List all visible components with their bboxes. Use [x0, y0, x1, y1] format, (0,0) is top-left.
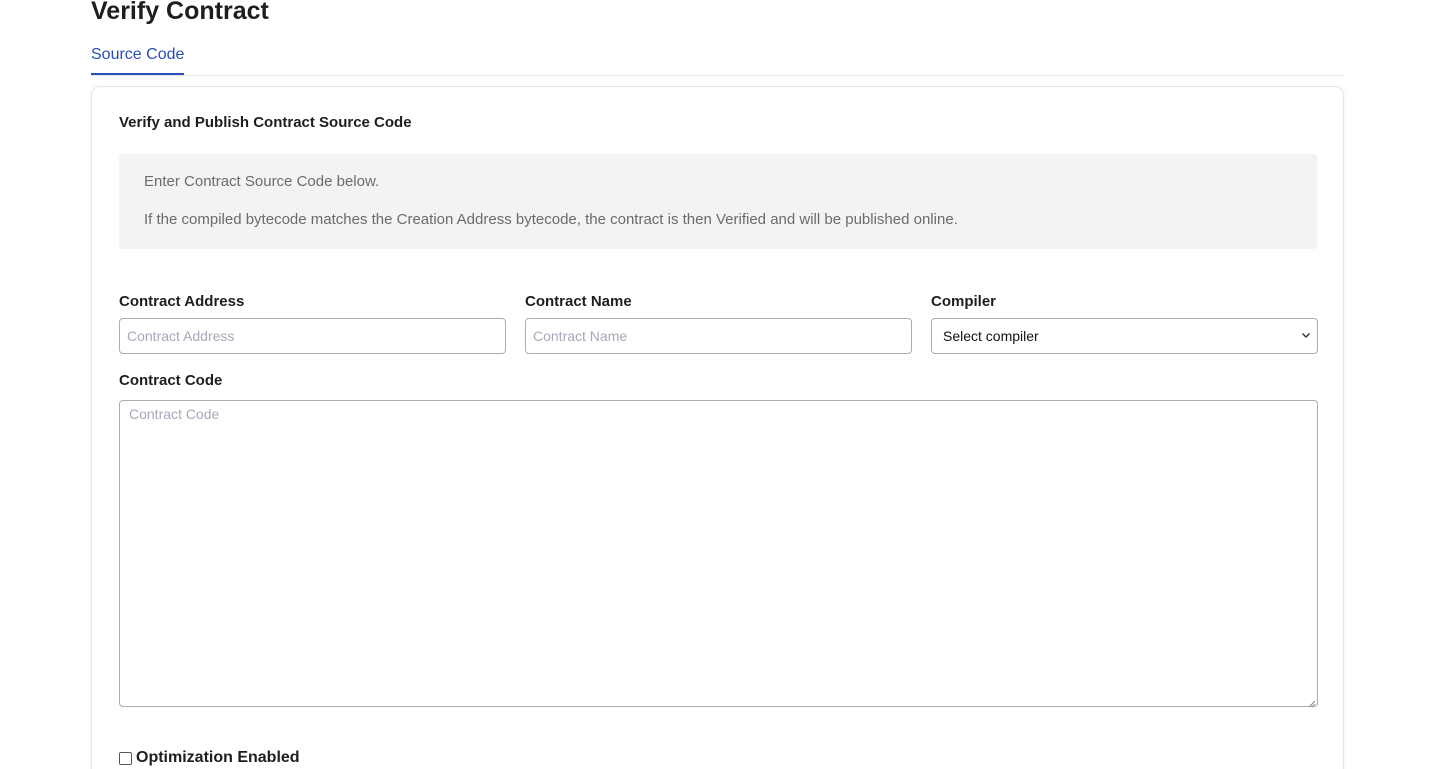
verify-contract-page: Verify Contract Source Code Verify and P… — [0, 0, 1432, 769]
contract-address-label: Contract Address — [119, 293, 245, 310]
contract-code-textarea[interactable] — [119, 400, 1318, 707]
chevron-down-icon — [1301, 319, 1311, 367]
info-line: If the compiled bytecode matches the Cre… — [144, 211, 958, 228]
info-box: Enter Contract Source Code below. If the… — [119, 154, 1317, 249]
contract-name-label: Contract Name — [525, 293, 632, 310]
contract-name-input[interactable] — [525, 318, 912, 354]
compiler-selected-value: Select compiler — [943, 328, 1039, 344]
tab-bar: Source Code — [91, 41, 1344, 76]
resize-grip-icon[interactable] — [1306, 695, 1316, 708]
compiler-select[interactable]: Select compiler — [931, 318, 1318, 354]
info-line: Enter Contract Source Code below. — [144, 173, 380, 190]
page-title: Verify Contract — [91, 0, 269, 25]
tab-source-code[interactable]: Source Code — [91, 45, 185, 75]
optimization-checkbox[interactable] — [119, 751, 132, 765]
verify-card: Verify and Publish Contract Source Code … — [91, 86, 1344, 769]
contract-address-input[interactable] — [119, 318, 506, 354]
optimization-label[interactable]: Optimization Enabled — [136, 749, 300, 767]
card-title: Verify and Publish Contract Source Code — [119, 114, 412, 131]
contract-code-label: Contract Code — [119, 372, 223, 389]
compiler-label: Compiler — [931, 293, 997, 310]
optimization-row: Optimization Enabled — [119, 749, 300, 767]
